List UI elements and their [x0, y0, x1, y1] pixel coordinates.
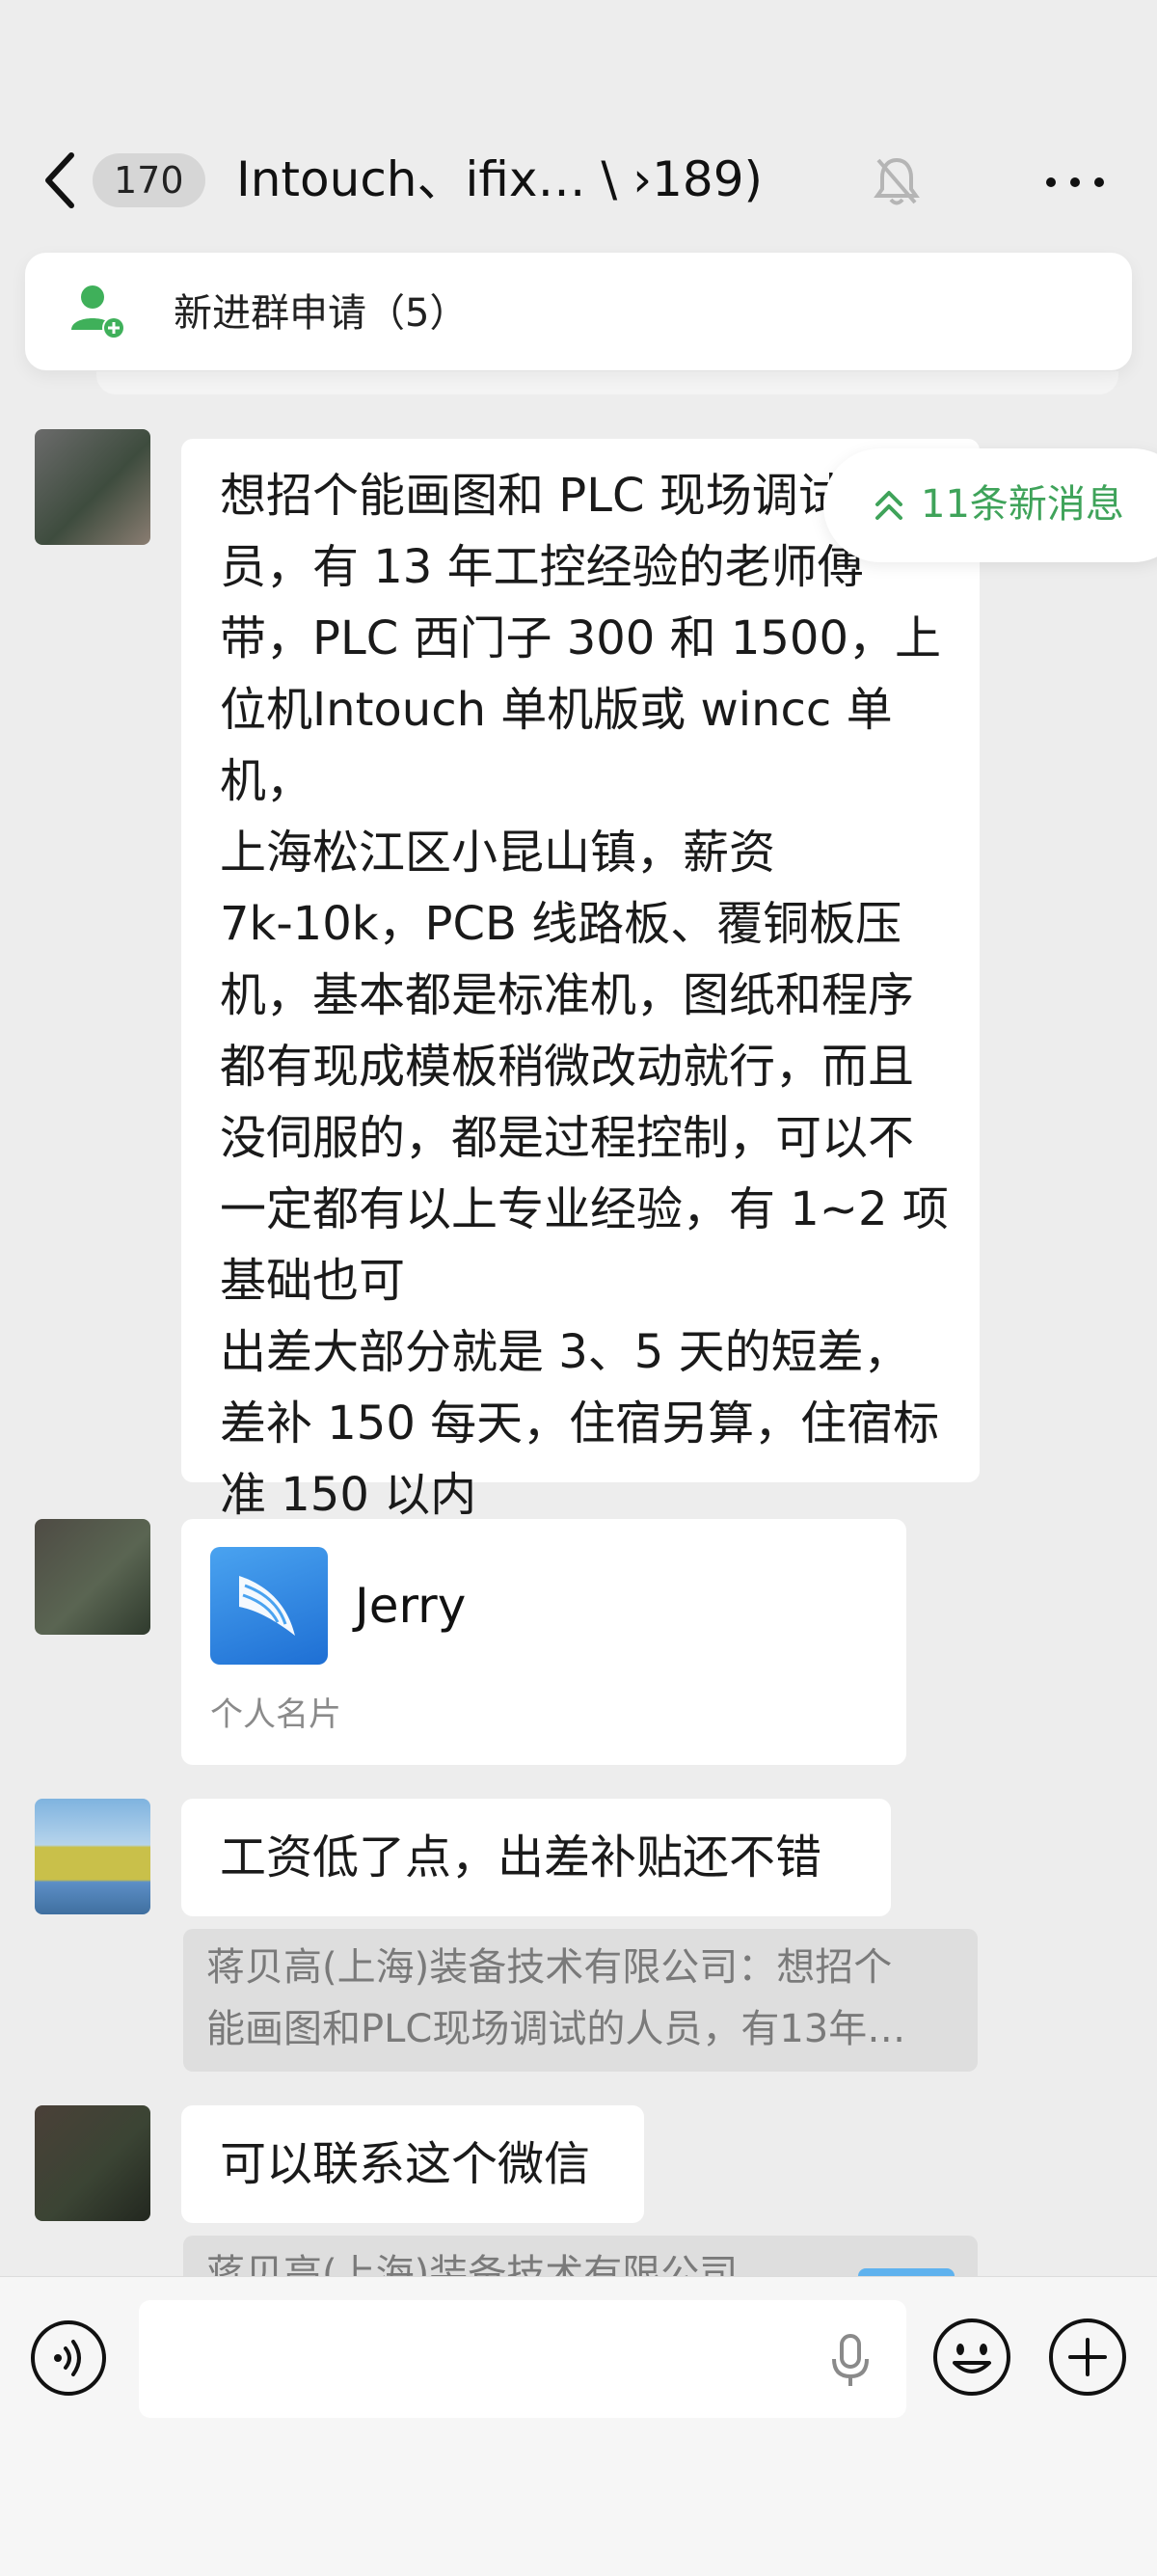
join-request-shadow	[96, 371, 1118, 394]
message-text: 想招个能画图和 PLC 现场调试人 员，有 13 年工控经验的老师傅 带，PLC…	[220, 469, 949, 1522]
avatar[interactable]	[35, 429, 150, 545]
double-chevron-up-icon	[875, 491, 902, 520]
contact-name: Jerry	[355, 1578, 467, 1634]
voice-icon[interactable]	[29, 2318, 108, 2398]
avatar[interactable]	[35, 1519, 150, 1635]
microphone-icon[interactable]	[827, 2332, 874, 2390]
quoted-message-text: 蒋贝高(上海)装备技术有限公司：想招个 能画图和PLC现场调试的人员，有13年…	[206, 1945, 906, 2051]
avatar[interactable]	[35, 1799, 150, 1914]
person-add-icon	[71, 285, 125, 339]
join-request-label: 新进群申请（5）	[174, 291, 469, 336]
new-messages-label: 11条新消息	[921, 482, 1124, 527]
emoji-icon[interactable]	[931, 2317, 1012, 2398]
avatar[interactable]	[35, 2105, 150, 2221]
contact-card-label: 个人名片	[210, 1695, 341, 1734]
ellipsis-icon[interactable]	[1041, 158, 1109, 206]
contact-card-avatar	[210, 1547, 328, 1665]
chevron-left-icon[interactable]	[39, 149, 87, 211]
bell-muted-icon	[874, 157, 920, 205]
chat-title[interactable]: Intouch、ifix… \ ›189)	[236, 145, 853, 214]
message-text: 工资低了点，出差补贴还不错	[220, 1830, 822, 1885]
unread-count-badge[interactable]: 170	[93, 153, 205, 207]
plus-circle-icon[interactable]	[1047, 2317, 1128, 2398]
wing-logo-icon	[239, 1576, 295, 1636]
message-input[interactable]	[139, 2300, 906, 2418]
message-text: 可以联系这个微信	[220, 2137, 591, 2191]
